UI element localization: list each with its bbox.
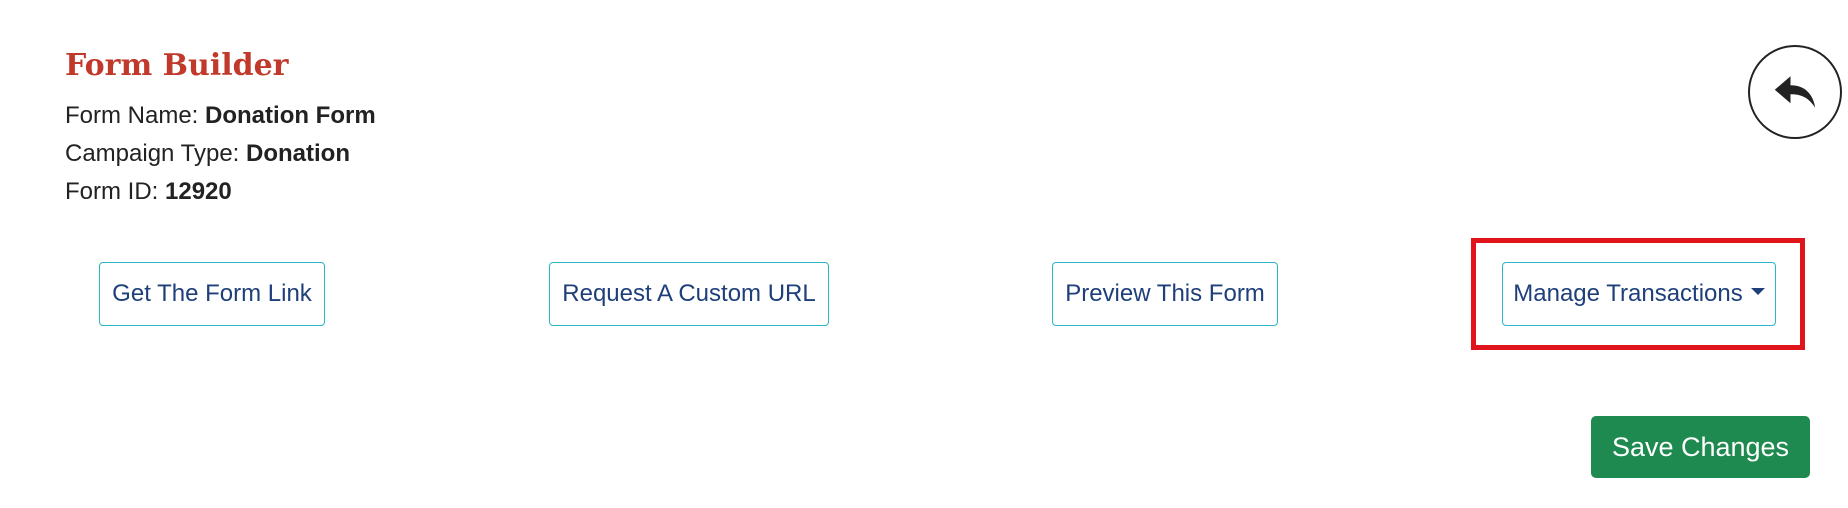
campaign-type-label: Campaign Type: <box>65 140 240 167</box>
page-title: Form Builder <box>65 48 289 83</box>
highlight-box <box>1471 238 1805 350</box>
form-name-line: Form Name: Donation Form <box>65 100 376 132</box>
form-id-value: 12920 <box>165 178 232 205</box>
form-name-value: Donation Form <box>205 102 376 129</box>
back-button[interactable] <box>1748 45 1842 139</box>
undo-arrow-icon <box>1774 76 1816 108</box>
campaign-type-value: Donation <box>246 140 350 167</box>
preview-form-label: Preview This Form <box>1065 280 1265 307</box>
form-id-label: Form ID: <box>65 178 159 205</box>
request-custom-url-label: Request A Custom URL <box>562 280 816 307</box>
get-form-link-button[interactable]: Get The Form Link <box>99 262 325 326</box>
form-name-label: Form Name: <box>65 102 199 129</box>
get-form-link-label: Get The Form Link <box>112 280 312 307</box>
request-custom-url-button[interactable]: Request A Custom URL <box>549 262 829 326</box>
preview-form-button[interactable]: Preview This Form <box>1052 262 1278 326</box>
campaign-type-line: Campaign Type: Donation <box>65 138 350 170</box>
save-changes-button[interactable]: Save Changes <box>1591 416 1810 478</box>
save-changes-label: Save Changes <box>1611 431 1790 462</box>
form-id-line: Form ID: 12920 <box>65 176 232 208</box>
